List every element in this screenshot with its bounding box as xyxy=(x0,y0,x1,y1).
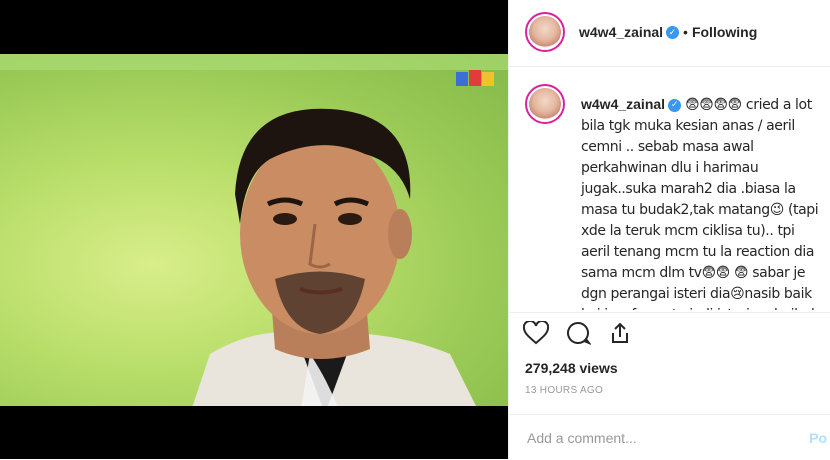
action-icons xyxy=(522,319,644,351)
video-frame[interactable] xyxy=(0,54,508,406)
avatar[interactable] xyxy=(525,12,565,52)
share-icon[interactable] xyxy=(608,321,632,350)
frame-light-stripe xyxy=(0,54,508,70)
caption-block: w4w4_zainal ✓ 😨😨😨😨 cried a lot bila tgk m… xyxy=(525,84,821,310)
post-sidebar: w4w4_zainal ✓ • Following w4w4_zainal ✓ 😨😨😨😨… xyxy=(508,0,830,459)
header-separator: • xyxy=(683,24,688,40)
verified-badge-icon: ✓ xyxy=(666,26,680,40)
caption-avatar[interactable] xyxy=(525,84,565,124)
caption-text-block: w4w4_zainal ✓ 😨😨😨😨 cried a lot bila tgk m… xyxy=(581,94,821,310)
heart-icon[interactable] xyxy=(522,319,550,350)
header-user-line: w4w4_zainal ✓ • Following xyxy=(579,24,757,42)
caption-avatar-image xyxy=(529,88,561,120)
comment-input[interactable]: Add a comment... xyxy=(527,430,637,446)
post-header: w4w4_zainal ✓ • Following xyxy=(509,0,830,67)
caption-verified-badge-icon: ✓ xyxy=(668,98,682,112)
header-username[interactable]: w4w4_zainal xyxy=(579,24,663,40)
view-count[interactable]: 279,248 views xyxy=(525,360,618,376)
post-comment-button[interactable]: Po xyxy=(809,430,827,446)
comment-icon[interactable] xyxy=(565,321,593,350)
avatar-image xyxy=(529,16,561,48)
man-portrait-image xyxy=(192,108,476,406)
post-timestamp[interactable]: 13 HOURS AGO xyxy=(525,385,603,396)
post-actions: 279,248 views 13 HOURS AGO xyxy=(509,312,830,423)
following-button[interactable]: Following xyxy=(692,24,757,40)
post-media[interactable] xyxy=(0,0,508,459)
add-comment-bar: Add a comment... Po xyxy=(509,414,830,460)
caption-text: 😨😨😨😨 cried a lot bila tgk muka kesian an… xyxy=(581,97,821,310)
caption-username[interactable]: w4w4_zainal xyxy=(581,96,665,112)
